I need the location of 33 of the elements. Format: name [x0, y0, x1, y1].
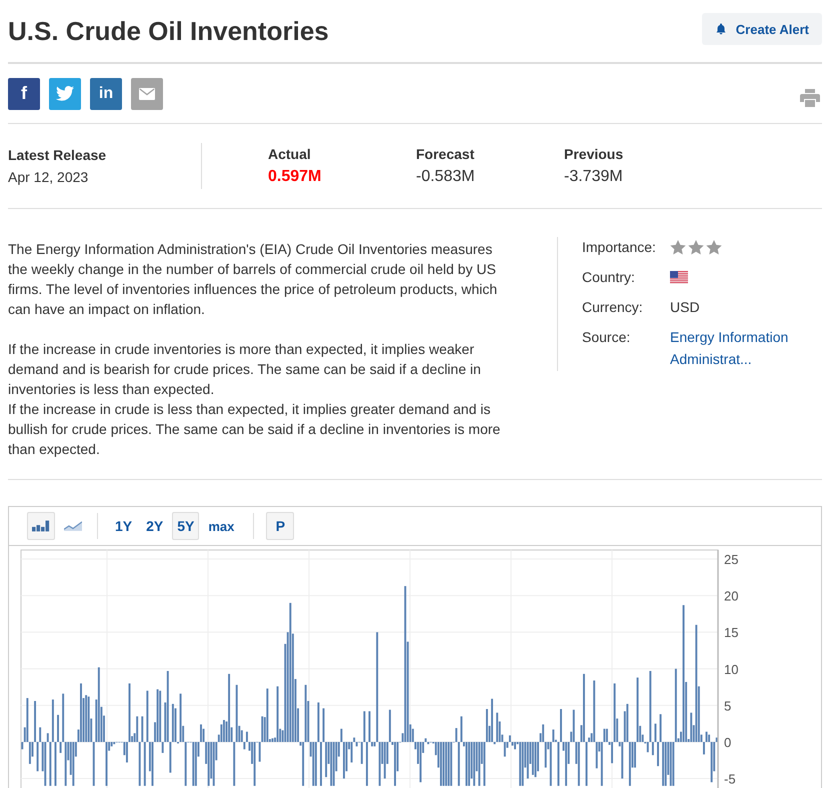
source-link[interactable]: Energy Information Administrat...: [670, 326, 820, 370]
figure-value: -3.739M: [564, 168, 624, 186]
description-paragraph: The Energy Information Administration's (EIA) Crude Oil Inventories measures the weekly change in the number of barrels of commercial crude oil held by US firms. The level of inventories influences the price of petroleum products, which can have an impact on inflation.: [8, 240, 498, 319]
figure-label: Forecast: [416, 146, 476, 162]
latest-release-label: Latest Release: [8, 147, 108, 163]
range-tab[interactable]: 5Y: [172, 512, 200, 540]
range-tab[interactable]: max: [203, 512, 240, 540]
figure-value: 0.597M: [268, 168, 322, 186]
p-button[interactable]: P: [266, 512, 294, 540]
axis-label: 25: [724, 552, 738, 567]
create-alert-button[interactable]: Create Alert: [702, 13, 822, 45]
range-tab[interactable]: 2Y: [141, 512, 168, 540]
axis-label: 20: [724, 588, 738, 604]
detail-label: Country:: [582, 268, 636, 287]
description-paragraph: If the increase in crude is less than expected, it implies greater demand and is bullish for crude prices. The same can be said if a decline in inventories is more than expected.: [8, 400, 502, 459]
axis-label: 15: [724, 625, 738, 640]
range-tab[interactable]: 1Y: [110, 512, 138, 540]
figure-label: Previous: [564, 146, 624, 162]
axis-label: -5: [724, 772, 736, 787]
facebook-share-button[interactable]: f: [8, 78, 40, 110]
release-date: Apr 12, 2023: [8, 169, 90, 185]
detail-value: USD: [670, 298, 700, 317]
detail-label: Importance:: [582, 238, 657, 257]
detail-label: Currency:: [582, 298, 644, 317]
description-paragraph: If the increase in crude inventories is more than expected, it implies weaker demand and is bearish for crude prices. The same can be said if a decline in inventories is less than expected.: [8, 340, 482, 399]
page-title: U.S. Crude Oil Inventories: [8, 16, 329, 46]
linkedin-share-button[interactable]: in: [90, 78, 122, 110]
figure-value: -0.583M: [416, 168, 476, 186]
axis-label: 0: [724, 734, 732, 750]
axis-label: 10: [724, 662, 738, 677]
figure-label: Actual: [268, 146, 312, 162]
detail-label: Source:: [582, 328, 632, 347]
axis-label: 5: [724, 698, 732, 714]
